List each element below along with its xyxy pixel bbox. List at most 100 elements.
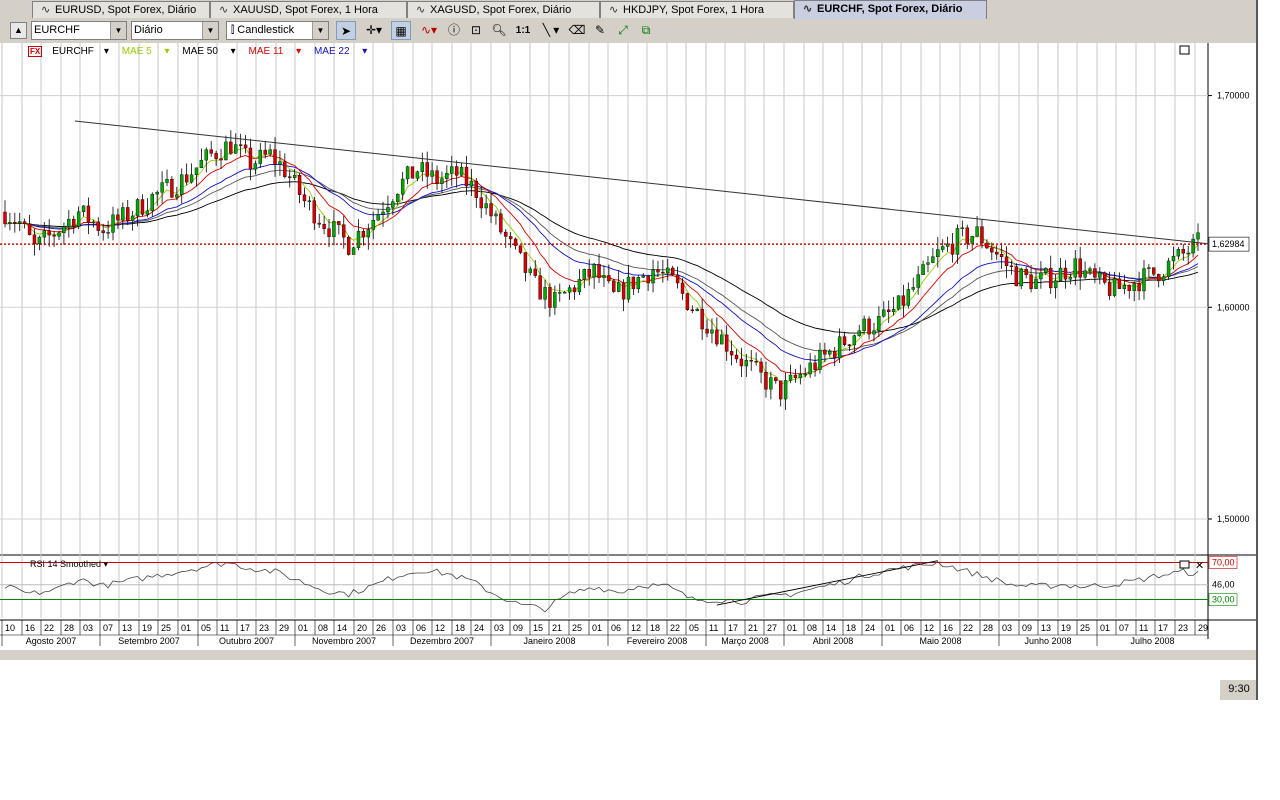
candle-body — [597, 264, 601, 278]
day-tick-label: 22 — [670, 623, 680, 633]
month-label: Maio 2008 — [919, 636, 961, 646]
day-tick-label: 01 — [787, 623, 797, 633]
candle-body — [248, 147, 253, 170]
candle-body — [808, 362, 812, 375]
candle-body — [474, 180, 479, 198]
candle-body — [602, 275, 606, 278]
candle-body — [754, 361, 758, 363]
zoom-button[interactable]: 🔍︎ — [489, 21, 509, 40]
tab-label: XAUUSD, Spot Forex, 1 Hora — [233, 4, 378, 16]
day-tick-label: 16 — [943, 623, 953, 633]
candle-body — [1058, 267, 1063, 281]
month-label: Fevereiro 2008 — [627, 636, 688, 646]
candle-body — [572, 287, 577, 293]
price-chart[interactable]: 10 16 22 28 03 07 13 19 25 01 05 11 17 23 29 01 08 14 20 26… — [0, 43, 1258, 650]
candle-body — [435, 170, 439, 185]
candle-body — [204, 149, 208, 161]
legend-mae11[interactable]: MAE 11 ▾ — [249, 46, 302, 57]
candle-body — [155, 192, 159, 195]
candle-body — [543, 287, 547, 300]
candle-body — [710, 329, 714, 334]
tab-eurchf[interactable]: ∿ EURCHF, Spot Forex, Diário — [794, 0, 987, 19]
candle-body — [999, 254, 1004, 257]
candle-body — [680, 282, 685, 294]
candle-body — [739, 358, 744, 367]
fibonacci-button[interactable]: ⤢ — [613, 21, 633, 40]
day-tick-label: 12 — [924, 623, 934, 633]
candle-body — [1093, 268, 1097, 278]
day-tick-label: 20 — [357, 623, 367, 633]
one-to-one-button[interactable]: 1:1 — [512, 21, 534, 40]
candle-body — [165, 179, 169, 183]
candle-body — [715, 329, 719, 345]
info-button[interactable]: ⓘ — [444, 21, 464, 40]
day-tick-label: 21 — [552, 623, 562, 633]
empty-panel — [0, 660, 1218, 700]
chart-type-select[interactable]: ⫿ Candlestick ▼ — [226, 21, 329, 40]
tab-xagusd[interactable]: ∿ XAGUSD, Spot Forex, Diário — [407, 1, 600, 18]
candle-body — [214, 153, 218, 159]
day-tick-label: 17 — [728, 623, 738, 633]
candle-body — [631, 276, 636, 290]
candle-body — [346, 236, 351, 255]
month-label: Dezembro 2007 — [410, 636, 474, 646]
candle-body — [145, 210, 150, 215]
candle-body — [641, 275, 645, 278]
tab-hkdjpy[interactable]: ∿ HKDJPY, Spot Forex, 1 Hora — [600, 1, 794, 18]
indicator-button[interactable]: ∿▾ — [417, 21, 441, 40]
candle-body — [57, 232, 61, 237]
day-tick-label: 24 — [865, 623, 875, 633]
one-to-one-label: 1:1 — [515, 25, 531, 36]
candle-body — [464, 166, 469, 187]
candle-body — [263, 149, 267, 155]
pattern-button[interactable]: ✎ — [590, 21, 610, 40]
crosshair-button[interactable]: ✛▾ — [360, 21, 388, 40]
grid-toggle-button[interactable]: ▦ — [391, 21, 411, 40]
candle-body — [1181, 249, 1185, 254]
legend-symbol[interactable]: EURCHF ▾ — [52, 46, 109, 57]
candle-body — [101, 230, 105, 234]
candle-body — [857, 330, 861, 336]
legend-mae5[interactable]: MAE 5 ▾ — [122, 46, 170, 57]
candle-body — [1098, 272, 1102, 278]
legend-mae50[interactable]: MAE 50 ▾ — [182, 46, 235, 57]
candle-body — [76, 211, 81, 227]
candle-body — [1039, 272, 1043, 280]
symbol-select-value: EURCHF — [34, 24, 80, 36]
period-select[interactable]: Diário ▼ — [131, 21, 219, 40]
candle-body — [995, 251, 999, 255]
eraser-button[interactable]: ⌫ — [567, 21, 587, 40]
cursor-arrow-button[interactable]: ➤ — [336, 21, 356, 40]
candle-body — [916, 274, 920, 288]
candle-body — [1063, 267, 1068, 280]
tab-eurusd[interactable]: ∿ EURUSD, Spot Forex, Diário — [32, 1, 210, 18]
day-tick-label: 25 — [572, 623, 582, 633]
day-tick-label: 15 — [533, 623, 543, 633]
tab-xauusd[interactable]: ∿ XAUUSD, Spot Forex, 1 Hora — [210, 1, 407, 18]
candle-body — [194, 167, 199, 175]
channel-button[interactable]: ⧉ — [636, 21, 656, 40]
symbol-select[interactable]: EURCHF ▼ — [31, 21, 127, 40]
candle-body — [332, 221, 336, 237]
candle-body — [96, 221, 100, 231]
month-label: Junho 2008 — [1024, 636, 1071, 646]
candle-body — [116, 214, 120, 221]
candle-body — [882, 309, 886, 317]
chart-toolbar: ▲ EURCHF ▼ Diário ▼ ⫿ Candlestick ▼ ➤ ✛▾… — [0, 19, 1258, 44]
legend-mae22[interactable]: MAE 22 ▾ — [314, 46, 367, 57]
candle-body — [361, 230, 366, 238]
trend-line-button[interactable]: ╲ ▾ — [537, 21, 565, 40]
candle-body — [351, 247, 356, 255]
scroll-up-button[interactable]: ▲ — [10, 22, 27, 39]
month-label: Abril 2008 — [813, 636, 854, 646]
candle-body — [1014, 266, 1019, 287]
candle-body — [832, 350, 837, 359]
candle-body — [1161, 276, 1166, 282]
day-tick-label: 18 — [455, 623, 465, 633]
rsi-label: RSI 14 Smoothed ▾ — [30, 559, 109, 569]
candle-body — [592, 264, 596, 278]
zoom-box-button[interactable]: ⊡ — [466, 21, 486, 40]
chart-area[interactable]: 10 16 22 28 03 07 13 19 25 01 05 11 17 23 29 01 08 14 20 26… — [0, 43, 1258, 650]
candle-body — [47, 230, 51, 236]
candle-body — [818, 349, 822, 370]
